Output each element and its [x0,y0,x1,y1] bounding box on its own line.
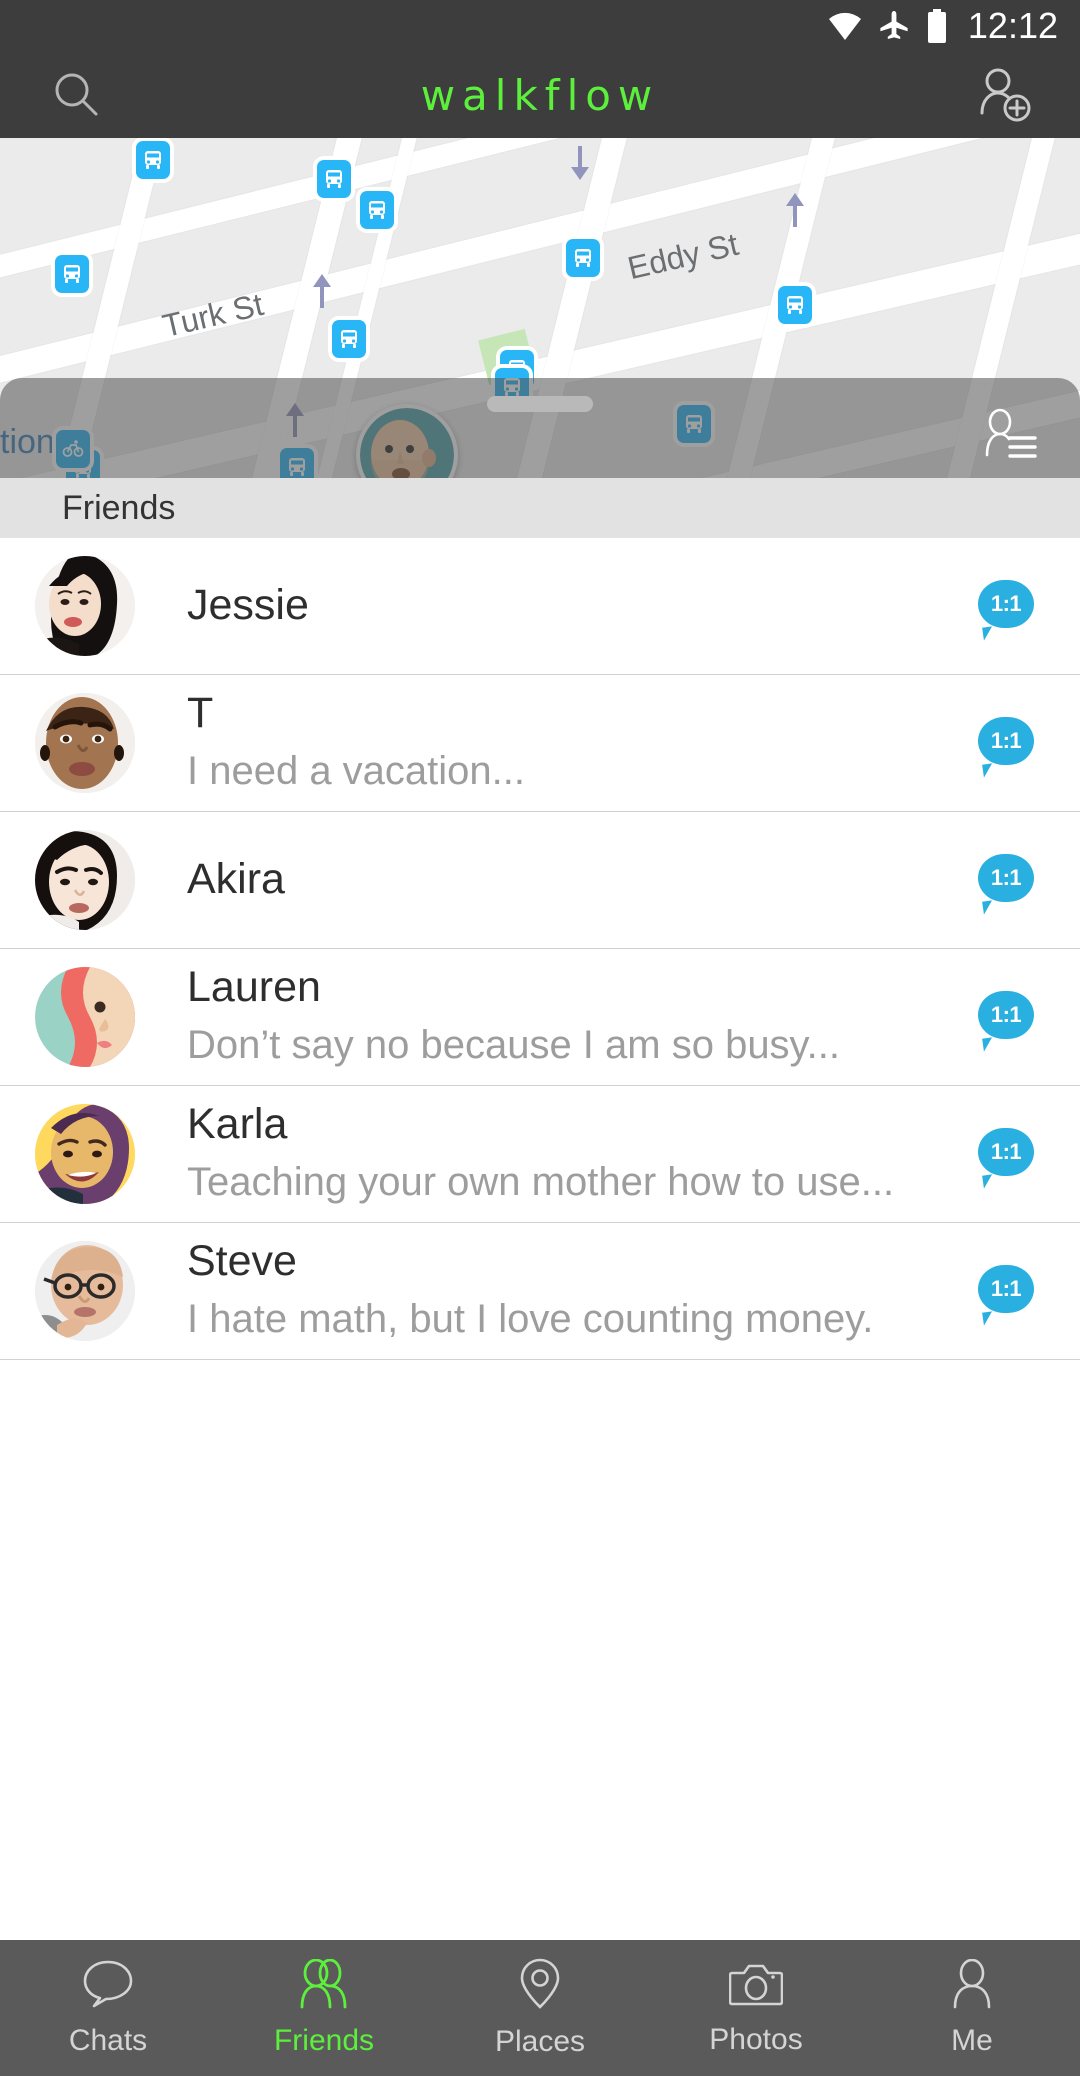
bottom-sheet-header[interactable] [0,378,1080,478]
status-badge[interactable]: 1:1 [978,580,1034,641]
list-item-text: Akira [135,855,978,904]
chat-bubble-icon [82,1959,134,2014]
nav-label: Places [494,2024,586,2058]
list-item[interactable]: Jessie 1:1 [0,538,1080,675]
add-person-icon[interactable] [972,63,1036,127]
bus-stop-icon[interactable] [566,239,600,277]
bus-stop-icon[interactable] [778,286,812,324]
section-header-label: Friends [62,488,176,527]
bottom-navigation: Chats Friends Places Photos Me [0,1940,1080,2076]
wifi-icon [828,11,862,41]
list-item[interactable]: Karla Teaching your own mother how to us… [0,1086,1080,1223]
person-icon [949,1958,995,2014]
nav-item-me[interactable]: Me [864,1958,1080,2058]
nav-item-chats[interactable]: Chats [0,1959,216,2058]
nav-item-places[interactable]: Places [432,1958,648,2059]
avatar [35,1241,135,1341]
direction-arrow-icon [570,146,590,185]
airplane-mode-icon [878,10,910,42]
battery-icon [926,9,948,43]
direction-arrow-icon [785,193,805,232]
search-icon[interactable] [44,63,108,127]
status-badge[interactable]: 1:1 [978,1265,1034,1326]
nav-label: Friends [273,2023,375,2057]
app-title: walkflow [420,70,660,120]
status-badge[interactable]: 1:1 [978,1128,1034,1189]
list-item-subtitle: Don’t say no because I am so busy... [187,1022,840,1067]
list-item-subtitle: Teaching your own mother how to use... [187,1159,895,1204]
app-bar: walkflow [0,52,1080,138]
bus-stop-icon[interactable] [360,191,394,229]
list-item[interactable]: Lauren Don’t say no because I am so busy… [0,949,1080,1086]
nav-item-photos[interactable]: Photos [648,1960,864,2057]
street-label-turk: Turk St [159,286,267,345]
list-item-name: Steve [187,1237,297,1286]
two-people-icon [296,1958,352,2014]
status-badge[interactable]: 1:1 [978,717,1034,778]
status-bar: 12:12 [0,0,1080,52]
list-item-name: Lauren [187,963,321,1012]
avatar [35,1104,135,1204]
person-list-icon[interactable] [980,406,1042,464]
nav-label: Photos [709,2022,803,2056]
camera-icon [728,1960,784,2013]
nav-label: Me [951,2023,993,2057]
map-view[interactable]: Turk St Eddy St tion [0,138,1080,478]
list-item-text: T I need a vacation... [135,690,978,795]
status-badge-label: 1:1 [990,1002,1022,1027]
section-header-friends: Friends [0,478,1080,538]
list-item-text: Steve I hate math, but I love counting m… [135,1238,978,1343]
list-item-subtitle: I hate math, but I love counting money. [187,1296,874,1341]
drag-handle[interactable] [487,396,593,412]
list-item-text: Lauren Don’t say no because I am so busy… [135,964,978,1069]
status-badge-label: 1:1 [990,728,1022,753]
list-item[interactable]: T I need a vacation... 1:1 [0,675,1080,812]
status-badge-label: 1:1 [990,865,1022,890]
list-item-name: Jessie [187,581,309,630]
bus-stop-icon[interactable] [55,255,89,293]
list-item[interactable]: Steve I hate math, but I love counting m… [0,1223,1080,1360]
list-item-subtitle: I need a vacation... [187,748,526,793]
status-time: 12:12 [967,5,1058,46]
nav-label: Chats [68,2023,148,2057]
street-label-eddy: Eddy St [624,225,742,287]
nav-item-friends[interactable]: Friends [216,1958,432,2058]
status-badge-label: 1:1 [990,591,1022,616]
direction-arrow-icon [312,274,332,313]
status-badge-label: 1:1 [990,1276,1022,1301]
status-badge[interactable]: 1:1 [978,854,1034,915]
avatar [35,693,135,793]
list-item-text: Karla Teaching your own mother how to us… [135,1101,978,1206]
list-item-name: Karla [187,1100,288,1149]
bus-stop-icon[interactable] [317,160,351,198]
status-badge[interactable]: 1:1 [978,991,1034,1052]
avatar [35,830,135,930]
status-badge-label: 1:1 [990,1139,1022,1164]
avatar [35,967,135,1067]
list-item-text: Jessie [135,581,978,630]
map-pin-icon [518,1958,562,2015]
bus-stop-icon[interactable] [136,141,170,179]
bus-stop-icon[interactable] [332,320,366,358]
friends-list[interactable]: Jessie 1:1 T I need a vacation... 1:1 Ak… [0,538,1080,1360]
list-item[interactable]: Akira 1:1 [0,812,1080,949]
avatar [35,556,135,656]
list-item-name: Akira [187,855,285,904]
list-item-name: T [187,689,214,738]
